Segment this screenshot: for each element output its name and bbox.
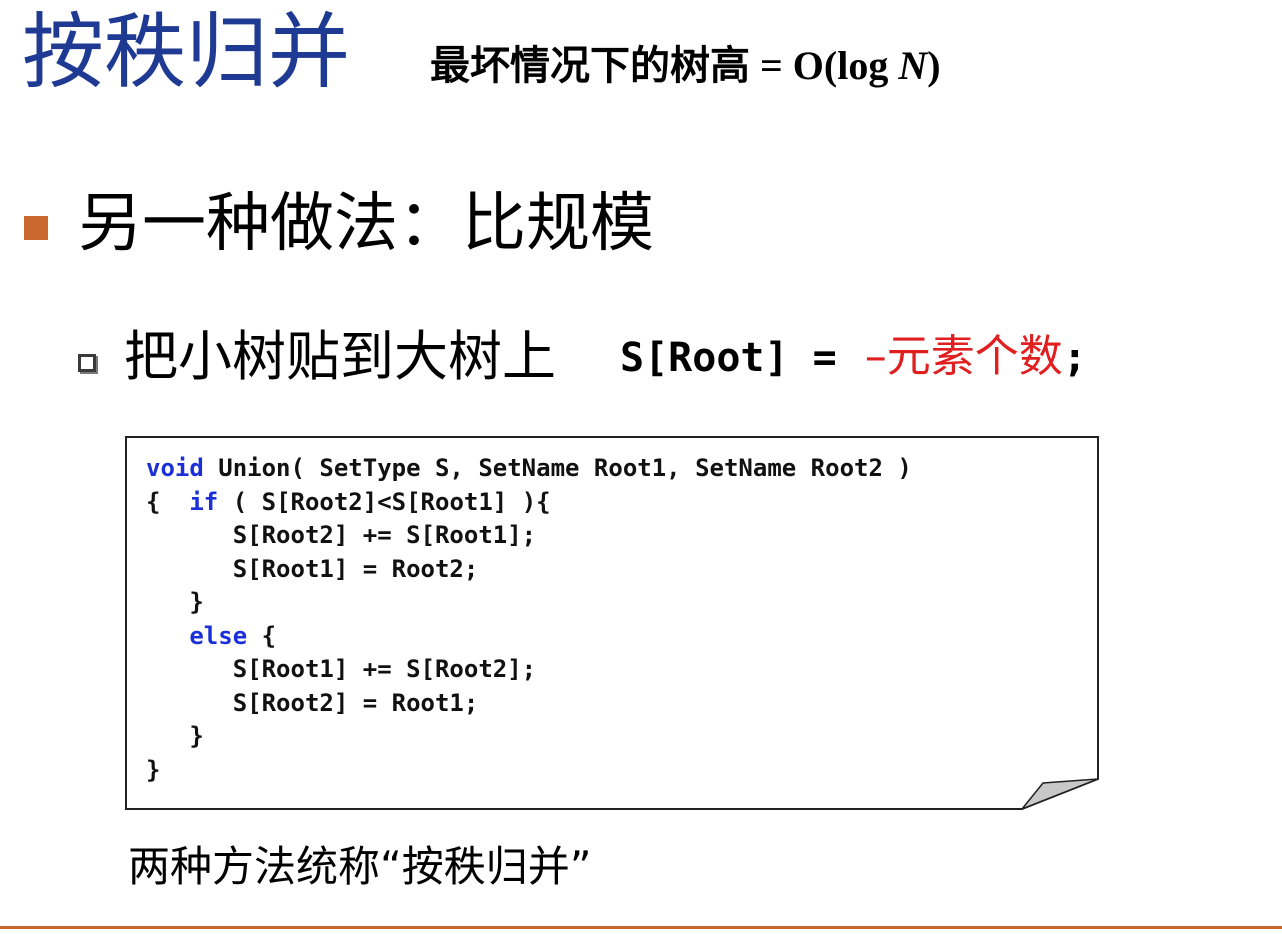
summary-text: 两种方法统称“按秩归并” (128, 842, 592, 891)
code-line-6-prefix (146, 622, 189, 650)
subtitle-suffix: ) (927, 43, 941, 88)
hollow-square-bullet-icon (78, 354, 96, 372)
square-bullet-icon (24, 216, 48, 240)
worst-case-height-note: 最坏情况下的树高 = O(log N) (430, 44, 941, 88)
main-bullet: 另一种做法：比规模 (24, 192, 654, 256)
main-bullet-text: 另一种做法：比规模 (78, 187, 654, 261)
code-line-4: S[Root1] = Root2; (146, 554, 479, 583)
code-line-3: S[Root2] += S[Root1]; (146, 521, 537, 549)
union-function-code: void Union( SetType S, SetName Root1, Se… (146, 452, 912, 787)
code-line-10: } (146, 755, 161, 784)
page-title: 按秩归并 (22, 5, 351, 100)
formula-negative-size: –元素个数 (864, 331, 1063, 382)
code-line-1: Union( SetType S, SetName Root1, SetName… (203, 454, 912, 482)
bottom-divider (0, 926, 1282, 929)
code-line-9: } (146, 722, 204, 750)
code-line-2: ( S[Root2]<S[Root1] ){ (218, 487, 551, 516)
subtitle-variable: N (898, 43, 928, 88)
code-line-8: S[Root2] = Root1; (146, 688, 479, 717)
formula-semicolon: ; (1062, 335, 1087, 381)
keyword-void: void (146, 454, 204, 482)
code-listing: void Union( SetType S, SetName Root1, Se… (125, 436, 1099, 810)
formula-left: S[Root] = (620, 335, 837, 381)
sub-bullet: 把小树贴到大树上 S[Root] = –元素个数 ; (78, 330, 1087, 384)
code-line-6: { (247, 621, 277, 650)
code-line-7: S[Root1] += S[Root2]; (146, 655, 537, 683)
code-line-2-prefix: { (146, 487, 190, 516)
keyword-if: if (189, 487, 219, 516)
sub-bullet-text: 把小树贴到大树上 (124, 325, 556, 388)
root-size-formula: S[Root] = –元素个数 ; (620, 335, 1087, 379)
subtitle-prefix: 最坏情况下的树高 = O(log (430, 43, 899, 88)
code-line-5: } (146, 588, 204, 616)
keyword-else: else (189, 621, 248, 650)
